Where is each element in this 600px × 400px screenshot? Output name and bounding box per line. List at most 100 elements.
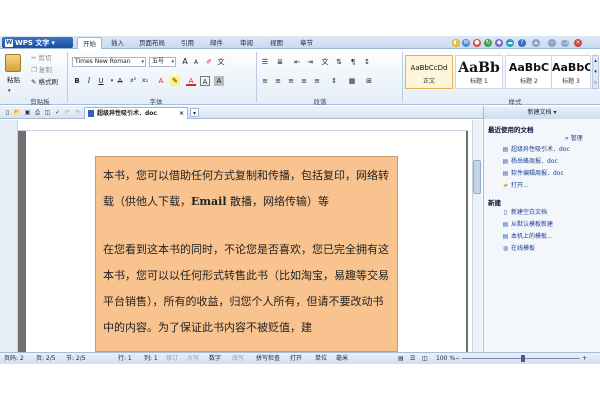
open-folder-icon[interactable]: 📂	[13, 108, 22, 117]
font-family-select[interactable]: Times New Roman ▾	[72, 57, 146, 67]
status-unit-value[interactable]: 毫米	[336, 353, 348, 364]
sort-icon[interactable]: ⇅	[334, 57, 344, 67]
char-border-icon[interactable]: A	[200, 76, 210, 86]
web-view-icon[interactable]: ◫	[422, 353, 428, 364]
tab-mailings[interactable]: 邮件	[205, 37, 228, 49]
minimize-icon[interactable]: –	[548, 39, 556, 47]
task-pane-header[interactable]: 新建文档 ▾	[484, 107, 600, 119]
clear-format-icon[interactable]: ✐	[204, 57, 214, 67]
highlight-icon[interactable]: ✎	[170, 76, 180, 86]
font-size-select[interactable]: 五号 ▾	[149, 57, 176, 67]
style-heading-2[interactable]: AaBbC 标题 2	[505, 55, 553, 89]
increase-indent-icon[interactable]: ⇥	[305, 57, 315, 67]
new-doc-icon[interactable]: ▯	[3, 108, 12, 117]
tab-review[interactable]: 审阅	[235, 37, 258, 49]
tab-references[interactable]: 引用	[176, 37, 199, 49]
close-tab-icon[interactable]: ×	[179, 108, 184, 119]
zoom-out-icon[interactable]: −	[455, 353, 460, 364]
subscript-button[interactable]: x₂	[140, 76, 150, 86]
status-spellcheck[interactable]: 拼写检查	[256, 353, 280, 364]
strikethrough-icon[interactable]: A	[115, 76, 125, 86]
cloud-icon[interactable]: ☁	[506, 39, 514, 47]
ribbon-collapse-icon[interactable]: ▴	[532, 39, 540, 47]
grow-font-button[interactable]: A	[180, 57, 190, 67]
copy-button[interactable]: ❐ 复制	[31, 65, 52, 76]
font-color-icon[interactable]: A	[186, 76, 196, 86]
new-tab-icon[interactable]: ▾	[190, 108, 199, 117]
style-normal[interactable]: AaBbCcDd 正文	[405, 55, 453, 89]
vertical-scrollbar[interactable]	[472, 120, 482, 352]
skin-icon[interactable]: ◐	[452, 39, 460, 47]
show-marks-icon[interactable]: ¶	[348, 57, 358, 67]
tab-insert[interactable]: 插入	[106, 37, 129, 49]
styles-scroll[interactable]: ▴ ▾ ▿	[592, 55, 599, 89]
feedback-icon[interactable]: ✉	[462, 39, 470, 47]
outline-view-icon[interactable]: ☰	[410, 353, 415, 364]
manage-link[interactable]: » 管理	[565, 134, 583, 144]
recent-doc-item[interactable]: ▤ 超级异性吸引术．doc	[502, 145, 570, 155]
cut-button[interactable]: ✂ 剪切	[31, 53, 52, 64]
char-shading-icon[interactable]: A	[214, 76, 224, 86]
tab-home[interactable]: 开始	[77, 37, 102, 49]
paste-button[interactable]: 粘贴	[7, 75, 20, 86]
print-icon[interactable]: ⎙	[33, 108, 42, 117]
phonetic-icon[interactable]: 文	[216, 57, 226, 67]
status-open[interactable]: 打开	[290, 353, 302, 364]
line-spacing-icon[interactable]: ⇕	[329, 76, 339, 86]
preview-icon[interactable]: ◫	[43, 108, 52, 117]
status-overwrite[interactable]: 改写	[232, 353, 244, 364]
restore-icon[interactable]: ❐	[561, 39, 569, 47]
undo-icon[interactable]: ↶	[63, 108, 72, 117]
wps-menu-button[interactable]: W WPS 文字 ▾	[2, 37, 73, 48]
new-from-default-link[interactable]: ▤ 从默认模板新建	[502, 220, 553, 230]
page-view-icon[interactable]: ▤	[398, 353, 404, 364]
chevron-down-icon[interactable]: ▾	[8, 86, 11, 97]
style-heading-3[interactable]: AaBbC 标题 3	[551, 55, 591, 89]
update-icon[interactable]: ↻	[484, 39, 492, 47]
underline-button[interactable]: U	[96, 76, 106, 86]
superscript-button[interactable]: x²	[128, 76, 138, 86]
numbering-icon[interactable]: ≣	[275, 57, 285, 67]
status-revise[interactable]: 修订	[166, 353, 178, 364]
chinese-layout-icon[interactable]: 文	[320, 57, 330, 67]
bullets-icon[interactable]: ☰	[260, 57, 270, 67]
tab-view[interactable]: 视图	[265, 37, 288, 49]
format-painter-button[interactable]: ✎ 格式刷	[31, 77, 58, 88]
spellcheck-icon[interactable]: ✓	[53, 108, 62, 117]
new-blank-doc-link[interactable]: ▯ 新建空白文档	[502, 208, 547, 218]
align-left-icon[interactable]: ≡	[260, 76, 270, 86]
line-spacing-icon[interactable]: ↕	[362, 57, 372, 67]
justify-icon[interactable]: ≡	[299, 76, 309, 86]
zoom-value[interactable]: 100 %	[436, 353, 455, 364]
recent-doc-item[interactable]: ▤ 软件编辑周报．doc	[502, 169, 564, 179]
tab-page-layout[interactable]: 页面布局	[134, 37, 170, 49]
borders-icon[interactable]: ⊞	[364, 76, 374, 86]
italic-button[interactable]: I	[84, 76, 94, 86]
recent-doc-item[interactable]: ▤ 杨岳峰周报．doc	[502, 157, 558, 167]
text-effect-icon[interactable]: A	[156, 76, 166, 86]
align-right-icon[interactable]: ≡	[286, 76, 296, 86]
tab-document[interactable]: 超级异性吸引术．doc ×	[84, 107, 188, 119]
bold-button[interactable]: B	[72, 76, 82, 86]
shading-icon[interactable]: ▦	[347, 76, 357, 86]
online-icon[interactable]: ◆	[495, 39, 503, 47]
open-file-link[interactable]: ▰ 打开...	[502, 181, 529, 191]
paste-icon[interactable]	[5, 54, 21, 72]
distributed-icon[interactable]: ≡	[312, 76, 322, 86]
tab-chapter[interactable]: 章节	[295, 37, 318, 49]
scrollbar-thumb[interactable]	[473, 160, 481, 194]
local-templates-link[interactable]: ▤ 本机上的模板...	[502, 232, 553, 242]
align-center-icon[interactable]: ≡	[273, 76, 283, 86]
style-heading-1[interactable]: AaBb 标题 1	[455, 55, 503, 89]
text-box[interactable]: 本书，您可以借助任何方式复制和传播，包括复印，网络转载（供他人下载，Email …	[95, 156, 398, 352]
close-icon[interactable]: ×	[574, 39, 582, 47]
zoom-slider-thumb[interactable]	[521, 355, 525, 362]
decrease-indent-icon[interactable]: ⇤	[292, 57, 302, 67]
community-icon[interactable]: ●	[473, 39, 481, 47]
save-icon[interactable]: ▣	[23, 108, 32, 117]
redo-icon[interactable]: ↷	[73, 108, 82, 117]
help-icon[interactable]: ?	[518, 39, 526, 47]
online-templates-link[interactable]: ◍ 在线模板	[502, 244, 535, 254]
shrink-font-button[interactable]: A	[191, 58, 201, 68]
zoom-in-icon[interactable]: +	[582, 353, 587, 364]
